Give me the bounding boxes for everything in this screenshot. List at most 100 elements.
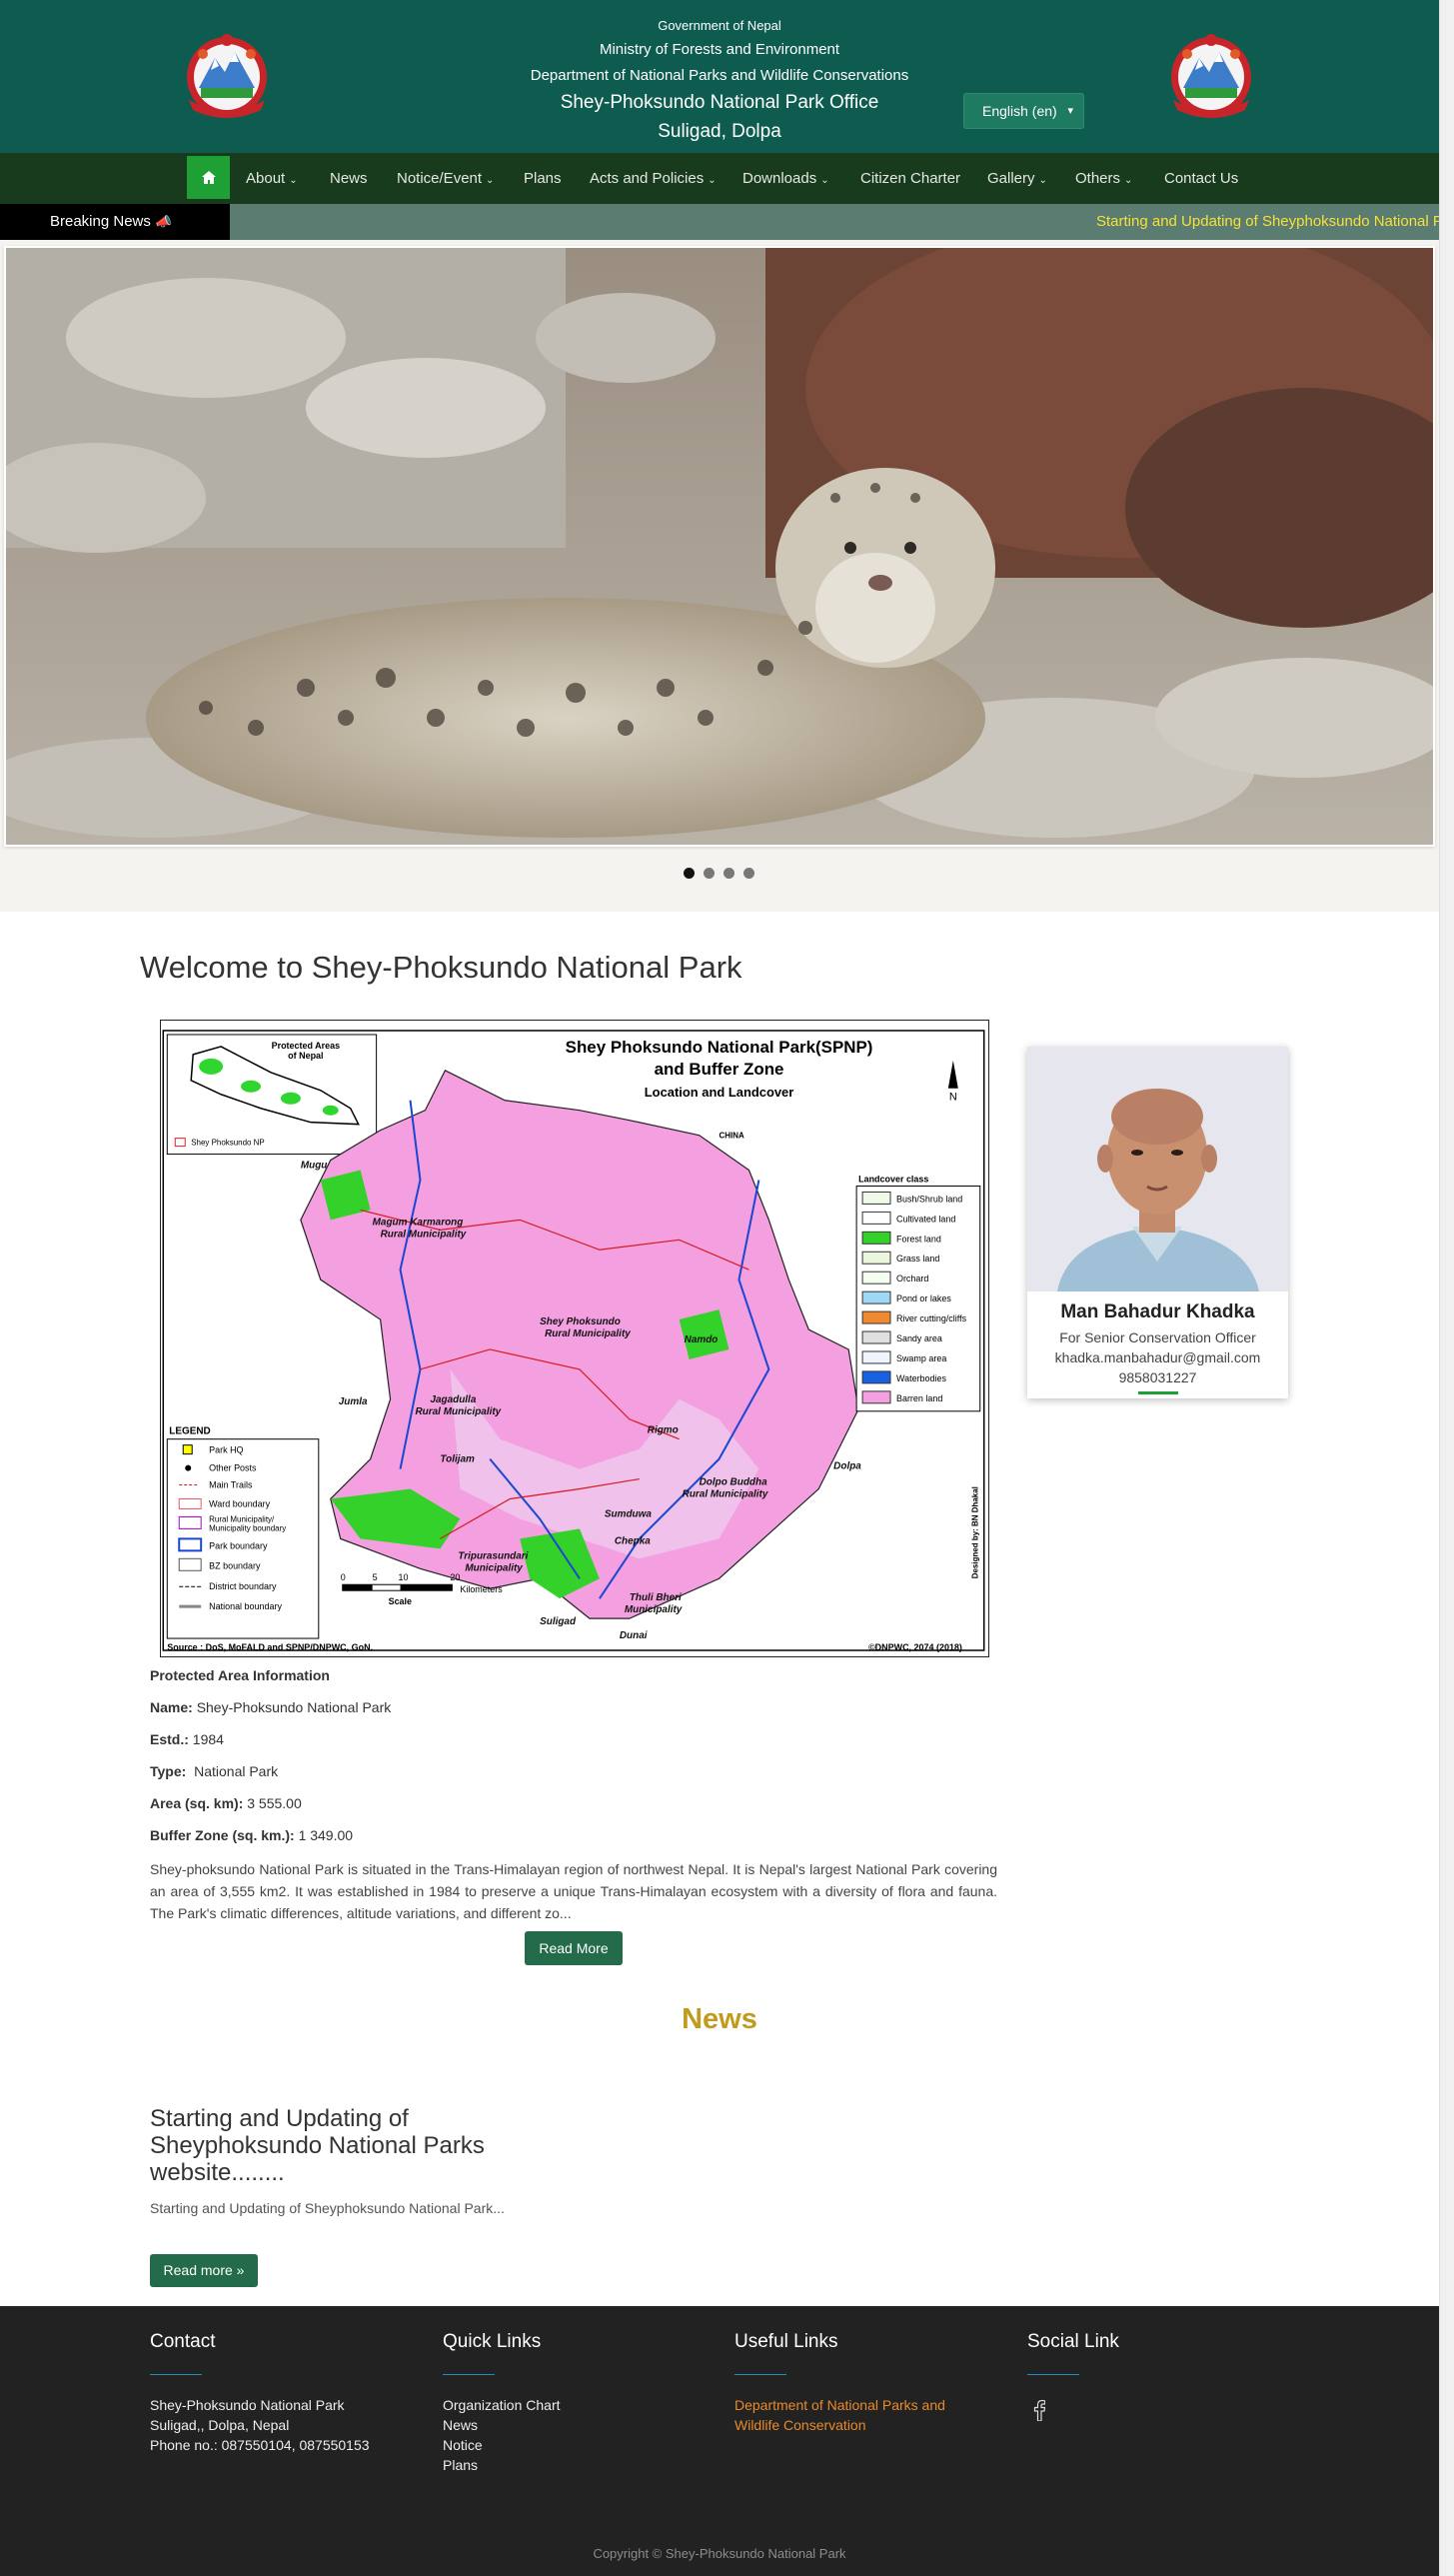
svg-text:5: 5 — [373, 1572, 378, 1582]
svg-text:Forest land: Forest land — [896, 1234, 941, 1244]
map-title: Shey Phoksundo National Park(SPNP) — [566, 1038, 873, 1057]
pa-area: Area (sq. km): 3 555.00 — [150, 1795, 302, 1811]
svg-text:Waterbodies: Waterbodies — [896, 1373, 947, 1383]
footer-divider — [1027, 2374, 1079, 2375]
language-select[interactable]: English (en) ▾ — [963, 93, 1084, 129]
main-nav: About ⌄ News Notice/Event ⌄ Plans Acts and… — [0, 153, 1439, 204]
svg-text:Bush/Shrub land: Bush/Shrub land — [896, 1194, 962, 1204]
map-place-label: Sumduwa — [605, 1508, 652, 1519]
department-label: Department of National Parks and Wildlif… — [530, 67, 909, 84]
nav-item-notice-event[interactable]: Notice/Event ⌄ — [397, 153, 494, 204]
nav-item-plans[interactable]: Plans — [524, 153, 562, 204]
chevron-down-icon: ⌄ — [289, 175, 298, 186]
svg-text:CHINA: CHINA — [720, 1132, 744, 1141]
map-place-label: Thuli Bheri — [630, 1592, 682, 1603]
pa-buffer-zone: Buffer Zone (sq. km.): 1 349.00 — [150, 1827, 354, 1843]
nav-item-contact-us[interactable]: Contact Us — [1164, 153, 1238, 204]
pa-description: Shey-phoksundo National Park is situated… — [150, 1861, 997, 1921]
pa-estd: Estd.: 1984 — [150, 1731, 224, 1747]
slider-dot[interactable] — [743, 868, 754, 879]
footer-contact-line: Shey-Phoksundo National Park — [150, 2397, 345, 2413]
nav-item-citizen-charter[interactable]: Citizen Charter — [860, 153, 960, 204]
map-place-label: Rigmo — [648, 1425, 679, 1436]
map-place-label: Magum Karmarong — [373, 1217, 464, 1228]
svg-text:Rural Municipality/: Rural Municipality/ — [209, 1514, 275, 1523]
nav-item-others[interactable]: Others ⌄ — [1075, 153, 1132, 204]
language-selected-value: English (en) — [982, 103, 1057, 119]
map-place-label: Tolijam — [440, 1454, 475, 1465]
officer-role: For Senior Conservation Officer — [1059, 1329, 1256, 1345]
footer-contact-line: Suligad,, Dolpa, Nepal — [150, 2417, 290, 2433]
chevron-down-icon: ⌄ — [1124, 175, 1133, 186]
breaking-news-ticker[interactable]: Starting and Updating of Sheyphoksundo N… — [1096, 204, 1439, 240]
officer-card: Man Bahadur Khadka For Senior Conservati… — [1027, 1047, 1288, 1398]
read-more-button[interactable]: Read More — [525, 1931, 623, 1965]
svg-text:of Nepal: of Nepal — [288, 1051, 323, 1061]
footer-quick-links: Quick Links Organization Chart News Noti… — [443, 2331, 561, 2475]
map-source: Source : DoS, MoFALD and SPNP/DNPWC, GoN… — [167, 1642, 373, 1652]
svg-text:Municipality boundary: Municipality boundary — [209, 1523, 286, 1532]
svg-text:Rural Municipality: Rural Municipality — [683, 1489, 768, 1500]
inset-title: Protected Areas — [272, 1041, 340, 1051]
bullhorn-icon: 📣 — [155, 214, 173, 229]
footer-link-organization-chart[interactable]: Organization Chart — [443, 2395, 561, 2415]
news-item-title[interactable]: Starting and Updating of Sheyphoksundo N… — [150, 2105, 510, 2186]
page-scrollbar[interactable] — [1439, 0, 1454, 2576]
breaking-news-label: Breaking News 📣 — [0, 204, 230, 240]
footer-link-notice[interactable]: Notice — [443, 2435, 561, 2455]
nav-item-news[interactable]: News — [330, 153, 368, 204]
svg-text:Main Trails: Main Trails — [209, 1480, 253, 1490]
svg-text:Municipality: Municipality — [625, 1604, 683, 1615]
officer-email[interactable]: khadka.manbahadur@gmail.com — [1027, 1349, 1288, 1365]
chevron-down-icon: ⌄ — [1038, 175, 1047, 186]
footer-quick-title: Quick Links — [443, 2331, 542, 2352]
footer-divider — [734, 2374, 786, 2375]
slide-frame — [4, 246, 1435, 847]
page-title: Welcome to Shey-Phoksundo National Park — [140, 950, 742, 985]
officer-name: Man Bahadur Khadka — [1060, 1301, 1255, 1322]
nav-item-downloads[interactable]: Downloads ⌄ — [742, 153, 829, 204]
nav-home-button[interactable] — [187, 156, 230, 199]
main-content: Welcome to Shey-Phoksundo National Park … — [0, 912, 1439, 2306]
footer-link-dnpwc[interactable]: Department of National Parks and Wildlif… — [734, 2395, 974, 2435]
svg-text:Kilometers: Kilometers — [460, 1584, 503, 1594]
officer-accent-bar — [1137, 1391, 1178, 1394]
news-read-more-button[interactable]: Read more » — [150, 2254, 258, 2287]
footer-divider — [443, 2374, 495, 2375]
footer-link-news[interactable]: News — [443, 2415, 561, 2435]
office-location: Suligad, Dolpa — [658, 121, 781, 142]
slider-dot[interactable] — [724, 868, 734, 879]
map-place-label: Dolpo Buddha — [700, 1477, 767, 1488]
footer-contact-title: Contact — [150, 2331, 216, 2352]
facebook-icon[interactable] — [1033, 2399, 1045, 2421]
svg-text:Orchard: Orchard — [896, 1274, 928, 1284]
home-icon — [201, 171, 216, 184]
svg-text:20: 20 — [450, 1572, 460, 1582]
office-title: Shey-Phoksundo National Park Office — [560, 92, 879, 113]
nav-item-about[interactable]: About ⌄ — [246, 153, 298, 204]
footer-contact: Contact Shey-Phoksundo National Park Sul… — [150, 2331, 370, 2455]
footer-link-plans[interactable]: Plans — [443, 2455, 561, 2475]
snow-leopard-photo[interactable] — [6, 248, 1433, 845]
slider-dot[interactable] — [684, 868, 695, 879]
nav-item-gallery[interactable]: Gallery ⌄ — [987, 153, 1047, 204]
svg-text:0: 0 — [341, 1572, 346, 1582]
map-place-label: Jumla — [339, 1396, 368, 1407]
landcover-title: Landcover class — [858, 1174, 928, 1184]
svg-text:Municipality: Municipality — [465, 1562, 523, 1573]
svg-text:Sandy area: Sandy area — [896, 1333, 942, 1343]
map-place-label: Shey Phoksundo — [540, 1316, 621, 1327]
svg-text:Park boundary: Park boundary — [209, 1540, 268, 1550]
map-place-label: Jagadulla — [430, 1394, 476, 1405]
chevron-down-icon: ⌄ — [708, 175, 717, 186]
map-copyright: ©DNPWC, 2074 (2018) — [868, 1642, 962, 1652]
footer-useful-title: Useful Links — [734, 2331, 838, 2352]
svg-text:Pond or lakes: Pond or lakes — [896, 1293, 951, 1303]
footer-contact-line: Phone no.: 087550104, 087550153 — [150, 2437, 370, 2453]
slider-dot[interactable] — [704, 868, 715, 879]
map-place-label: Chepka — [615, 1535, 651, 1546]
footer-social-title: Social Link — [1027, 2331, 1119, 2352]
svg-text:Grass land: Grass land — [896, 1254, 939, 1264]
legend-title: LEGEND — [169, 1426, 210, 1437]
nav-item-acts-policies[interactable]: Acts and Policies ⌄ — [590, 153, 717, 204]
